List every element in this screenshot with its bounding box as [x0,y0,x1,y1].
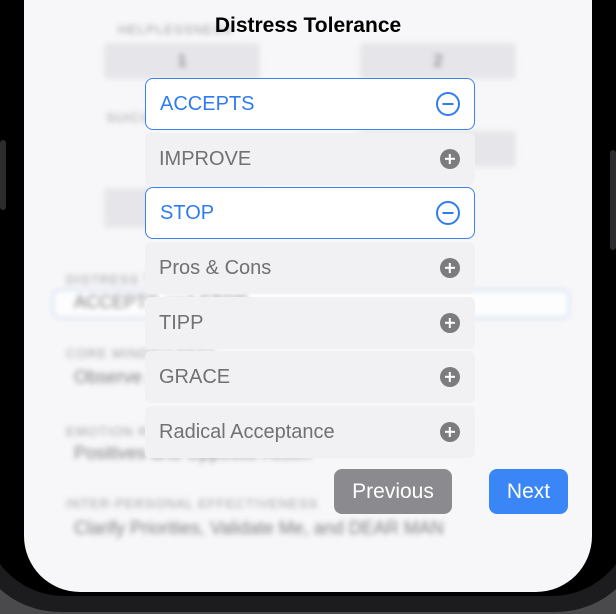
option-label: Radical Acceptance [159,420,335,443]
previous-button[interactable]: Previous [334,469,452,514]
interpersonal-label: INTER-PERSONAL EFFECTIVENESS [66,496,319,511]
popover-title: Distress Tolerance [214,14,402,37]
option-tipp[interactable]: TIPP [145,297,475,349]
helplessness-before-field: 1 [104,43,260,79]
interpersonal-value: Clarify Priorities, Validate Me, and DEA… [74,518,444,538]
plus-circle-icon[interactable] [440,313,460,333]
option-label: ACCEPTS [160,92,255,115]
plus-circle-icon[interactable] [440,367,460,387]
plus-circle-icon[interactable] [440,149,460,169]
option-label: GRACE [159,365,231,388]
helplessness-after-field: 2 [360,43,516,79]
side-button [610,150,616,250]
plus-circle-icon[interactable] [440,422,460,442]
minus-circle-icon[interactable] [436,201,460,225]
option-label: Pros & Cons [159,256,272,279]
minus-circle-icon[interactable] [436,92,460,116]
next-button[interactable]: Next [489,469,568,514]
side-button [0,140,6,210]
option-label: TIPP [159,311,204,334]
option-accepts[interactable]: ACCEPTS [145,78,475,130]
option-improve[interactable]: IMPROVE [145,133,475,185]
option-radical-acceptance[interactable]: Radical Acceptance [145,406,475,458]
plus-circle-icon[interactable] [440,258,460,278]
option-pros-cons[interactable]: Pros & Cons [145,242,475,294]
option-stop[interactable]: STOP [145,187,475,239]
option-label: IMPROVE [159,147,252,170]
option-grace[interactable]: GRACE [145,351,475,403]
option-label: STOP [160,201,215,224]
